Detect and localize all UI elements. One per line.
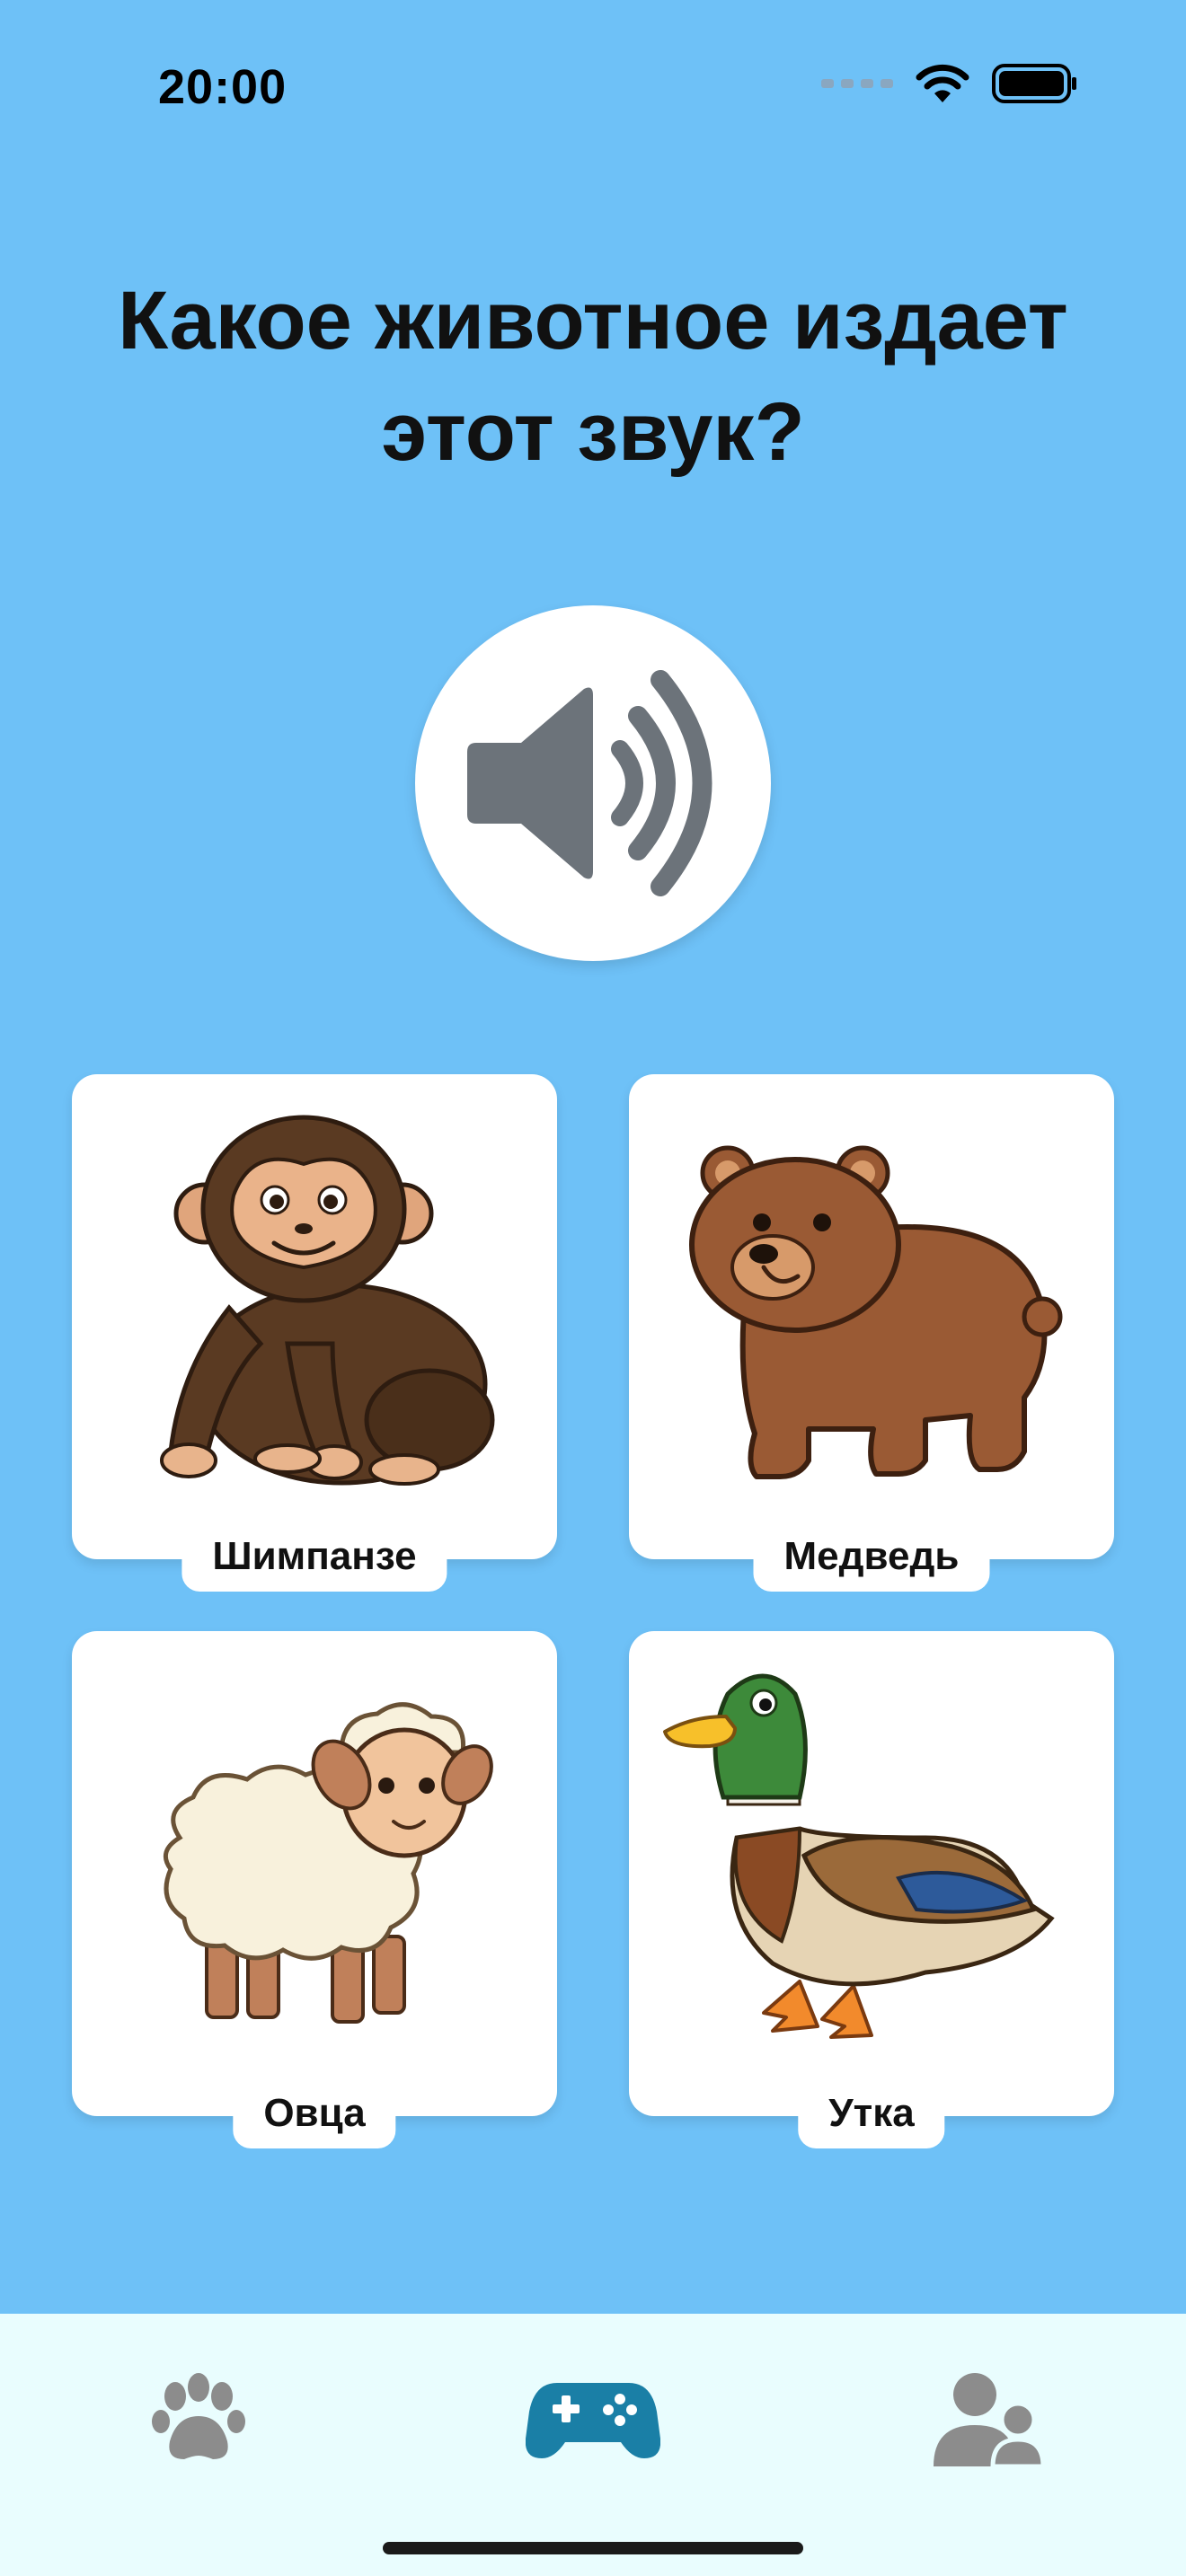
answer-card-bear[interactable]: Медведь [629,1074,1114,1592]
speaker-icon [467,670,712,896]
users-icon [934,2373,1046,2468]
status-icons [821,63,1078,104]
cellular-signal-icon [821,79,893,88]
answer-card-duck[interactable]: Утка [629,1631,1114,2148]
tab-profile[interactable] [916,2360,1060,2477]
question-title: Какое животное издает этот звук? [118,275,1068,478]
answer-label: Шимпанзе [181,1523,447,1592]
chimpanzee-image [160,1115,495,1486]
duck-image [663,1673,1055,2039]
answer-label: Утка [798,2080,945,2148]
sheep-image [163,1702,493,2024]
tab-animals[interactable] [126,2360,270,2477]
answer-label: Медведь [753,1523,990,1592]
bear-image [689,1145,1063,1479]
home-indicator [383,2542,803,2554]
battery-icon [992,64,1076,103]
status-time: 20:00 [158,60,288,114]
paw-icon [152,2373,245,2459]
answer-label: Овца [233,2080,396,2148]
tab-games[interactable] [521,2360,665,2477]
bottom-tab-bar [0,2314,1186,2576]
play-sound-button[interactable] [415,605,771,961]
gamepad-icon [526,2383,660,2458]
answer-card-sheep[interactable]: Овца [72,1631,557,2148]
wifi-icon [916,64,969,102]
answer-card-chimpanzee[interactable]: Шимпанзе [72,1074,557,1592]
